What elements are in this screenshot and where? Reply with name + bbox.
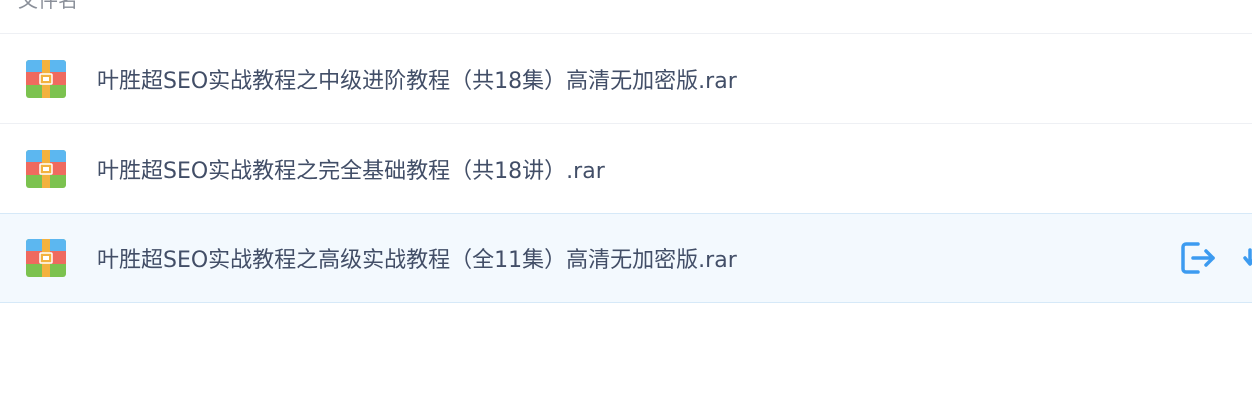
file-name[interactable]: 叶胜超SEO实战教程之完全基础教程（共18讲）.rar [97,153,605,185]
filename-column-header[interactable]: 文件名 [18,0,78,12]
file-row-selected[interactable]: 叶胜超SEO实战教程之高级实战教程（全11集）高清无加密版.rar [0,213,1252,303]
download-icon[interactable] [1242,238,1252,278]
rar-archive-icon [26,59,66,98]
file-name[interactable]: 叶胜超SEO实战教程之中级进阶教程（共18集）高清无加密版.rar [97,63,737,95]
file-list: 文件名 叶胜超SEO实战教程之中级进阶教程（共18集）高清无加密版.rar 叶胜… [0,0,1252,400]
file-row[interactable]: 叶胜超SEO实战教程之完全基础教程（共18讲）.rar [0,124,1252,214]
file-row[interactable]: 叶胜超SEO实战教程之中级进阶教程（共18集）高清无加密版.rar [0,34,1252,124]
file-name[interactable]: 叶胜超SEO实战教程之高级实战教程（全11集）高清无加密版.rar [97,242,737,274]
file-list-header: 文件名 [0,0,1252,34]
rar-archive-icon [26,149,66,188]
share-export-icon[interactable] [1178,238,1218,278]
rar-archive-icon [26,239,66,277]
